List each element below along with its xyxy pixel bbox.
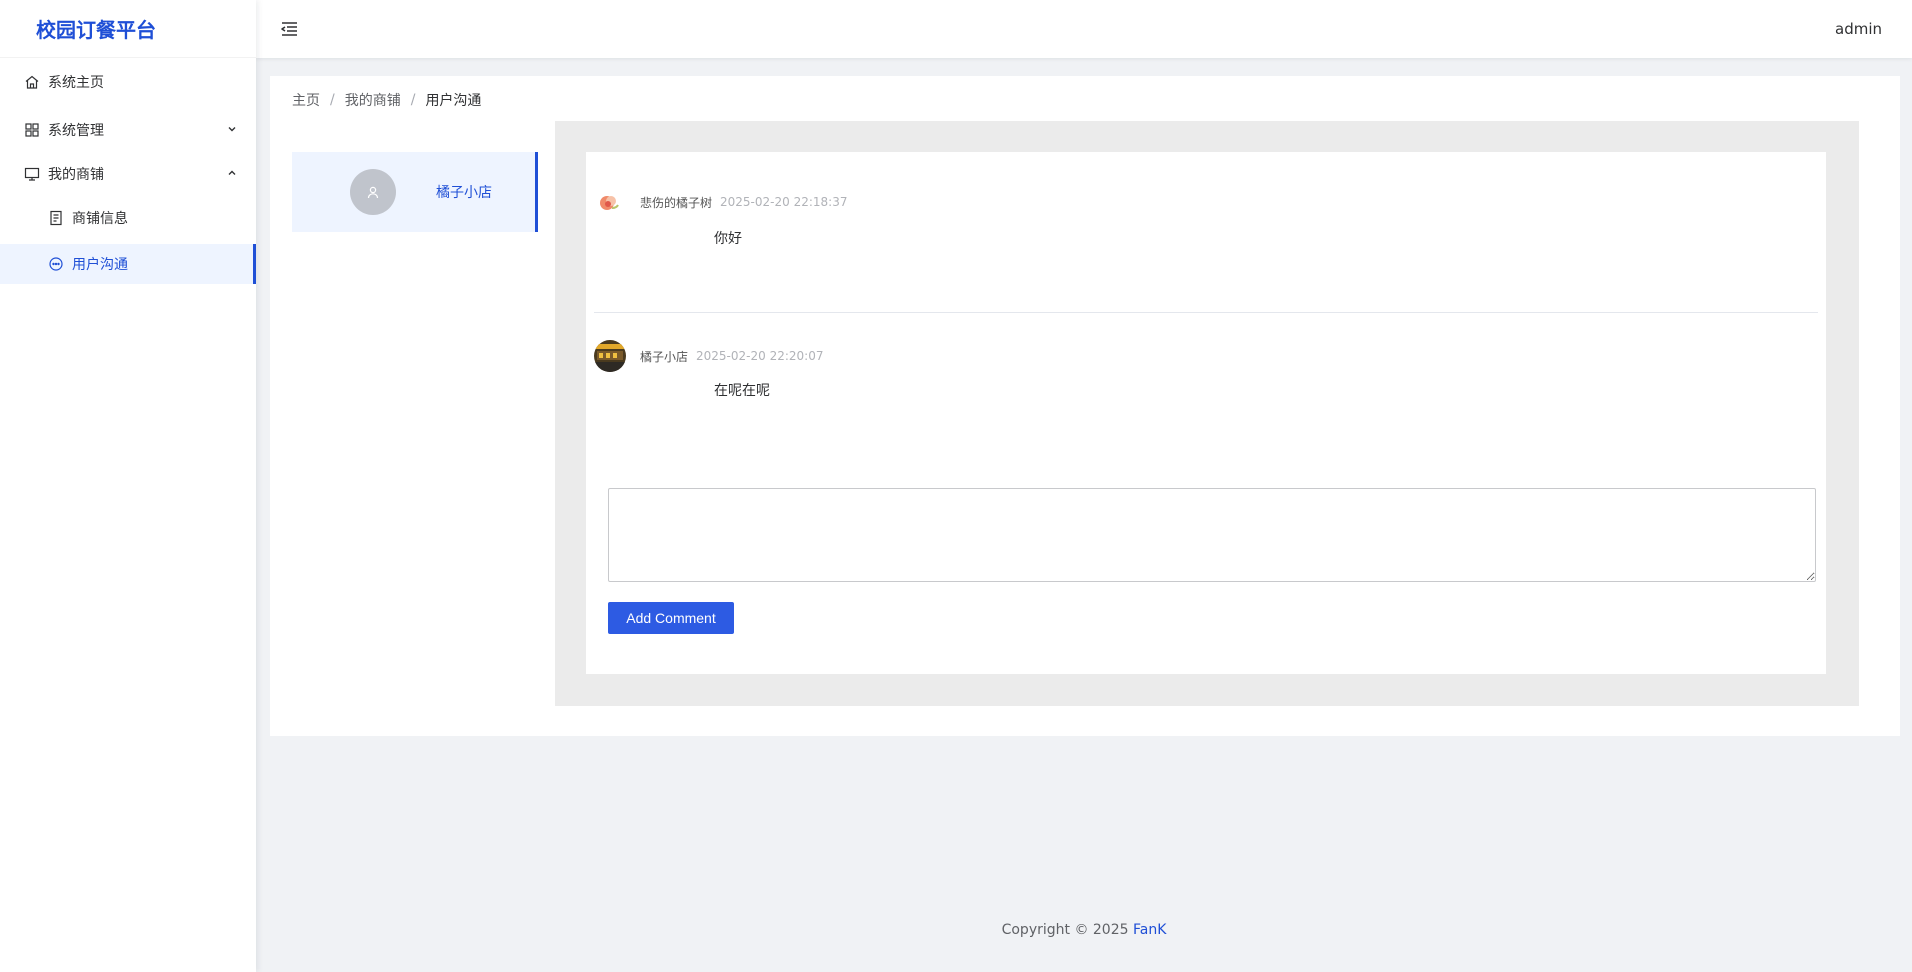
sidebar-item-label: 系统主页	[48, 75, 104, 91]
grid-icon	[24, 122, 40, 138]
footer: Copyright © 2025 FanK	[256, 922, 1912, 938]
shop-avatar	[594, 340, 626, 372]
sidebar-item-shop-info[interactable]: 商铺信息	[0, 196, 256, 240]
comment-input[interactable]	[608, 488, 1816, 582]
chat-window: 悲伤的橘子树 2025-02-20 22:18:37 你好 橘子小店 2025-…	[586, 152, 1826, 674]
footer-copyright: Copyright © 2025	[1001, 922, 1129, 938]
breadcrumb-home[interactable]: 主页	[292, 90, 320, 110]
chevron-down-icon	[226, 123, 238, 135]
breadcrumb-separator: /	[410, 92, 416, 108]
default-user-icon	[350, 169, 396, 215]
message-divider	[594, 312, 1818, 313]
breadcrumb-my-shop[interactable]: 我的商铺	[345, 90, 401, 110]
peach-avatar	[594, 186, 626, 218]
contact-item[interactable]: 橘子小店	[292, 152, 538, 232]
sidebar-item-label: 商铺信息	[72, 211, 128, 227]
contact-list: 橘子小店	[292, 152, 538, 232]
chat-icon	[48, 256, 64, 272]
sidebar-item-home[interactable]: 系统主页	[0, 60, 256, 104]
main-content: 主页 / 我的商铺 / 用户沟通 橘子小店 悲伤的橘子树 2025-02-20 …	[270, 76, 1900, 736]
chat-panel: 悲伤的橘子树 2025-02-20 22:18:37 你好 橘子小店 2025-…	[555, 121, 1859, 706]
message-item: 悲伤的橘子树 2025-02-20 22:18:37 你好	[594, 186, 1818, 247]
footer-author-link[interactable]: FanK	[1133, 922, 1166, 938]
message-author: 悲伤的橘子树	[640, 195, 713, 210]
menu-collapse-icon[interactable]	[278, 18, 300, 40]
message-item: 橘子小店 2025-02-20 22:20:07 在呢在呢	[594, 340, 1818, 399]
chevron-up-icon	[226, 167, 238, 179]
breadcrumb: 主页 / 我的商铺 / 用户沟通	[292, 90, 481, 110]
breadcrumb-current: 用户沟通	[425, 93, 482, 109]
sidebar-item-user-communication[interactable]: 用户沟通	[0, 244, 256, 284]
user-menu[interactable]: admin	[1835, 20, 1882, 38]
message-text: 在呢在呢	[714, 383, 770, 399]
sidebar-item-label: 用户沟通	[72, 257, 128, 273]
add-comment-button[interactable]: Add Comment	[608, 602, 734, 634]
top-header: admin	[256, 0, 1912, 58]
document-icon	[48, 210, 64, 226]
breadcrumb-separator: /	[330, 92, 335, 108]
sidebar: 校园订餐平台 系统主页 系统管理 我的商铺 商铺信息 用户沟通	[0, 0, 256, 972]
sidebar-item-my-shop[interactable]: 我的商铺	[0, 152, 256, 196]
app-logo: 校园订餐平台	[0, 0, 256, 58]
sidebar-item-label: 我的商铺	[48, 167, 104, 183]
message-text: 你好	[714, 231, 742, 247]
sidebar-item-label: 系统管理	[48, 123, 104, 139]
message-time: 2025-02-20 22:20:07	[696, 349, 824, 363]
message-author: 橘子小店	[640, 349, 689, 364]
monitor-icon	[24, 166, 40, 182]
message-time: 2025-02-20 22:18:37	[720, 195, 848, 209]
home-icon	[24, 74, 40, 90]
contact-name: 橘子小店	[436, 185, 492, 201]
sidebar-item-system-management[interactable]: 系统管理	[0, 108, 256, 152]
